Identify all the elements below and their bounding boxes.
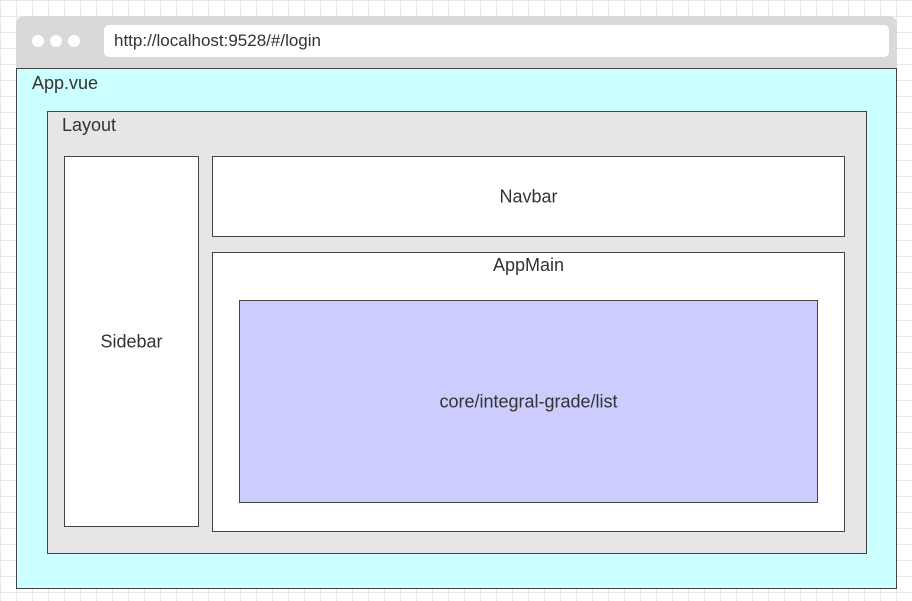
route-view-box: core/integral-grade/list [239, 300, 818, 503]
window-dot-icon [50, 35, 62, 47]
browser-address-bar: http://localhost:9528/#/login [16, 16, 897, 68]
sidebar-box: Sidebar [64, 156, 199, 527]
sidebar-label: Sidebar [100, 331, 163, 351]
url-field: http://localhost:9528/#/login [104, 25, 889, 57]
navbar-box: Navbar [212, 156, 845, 237]
window-controls [32, 35, 80, 47]
window-dot-icon [68, 35, 80, 47]
app-vue-label: App.vue [32, 73, 99, 93]
appmain-label: AppMain [492, 255, 565, 275]
route-view-label: core/integral-grade/list [439, 391, 618, 411]
window-dot-icon [32, 35, 44, 47]
navbar-label: Navbar [499, 186, 558, 206]
layout-label: Layout [62, 115, 117, 135]
